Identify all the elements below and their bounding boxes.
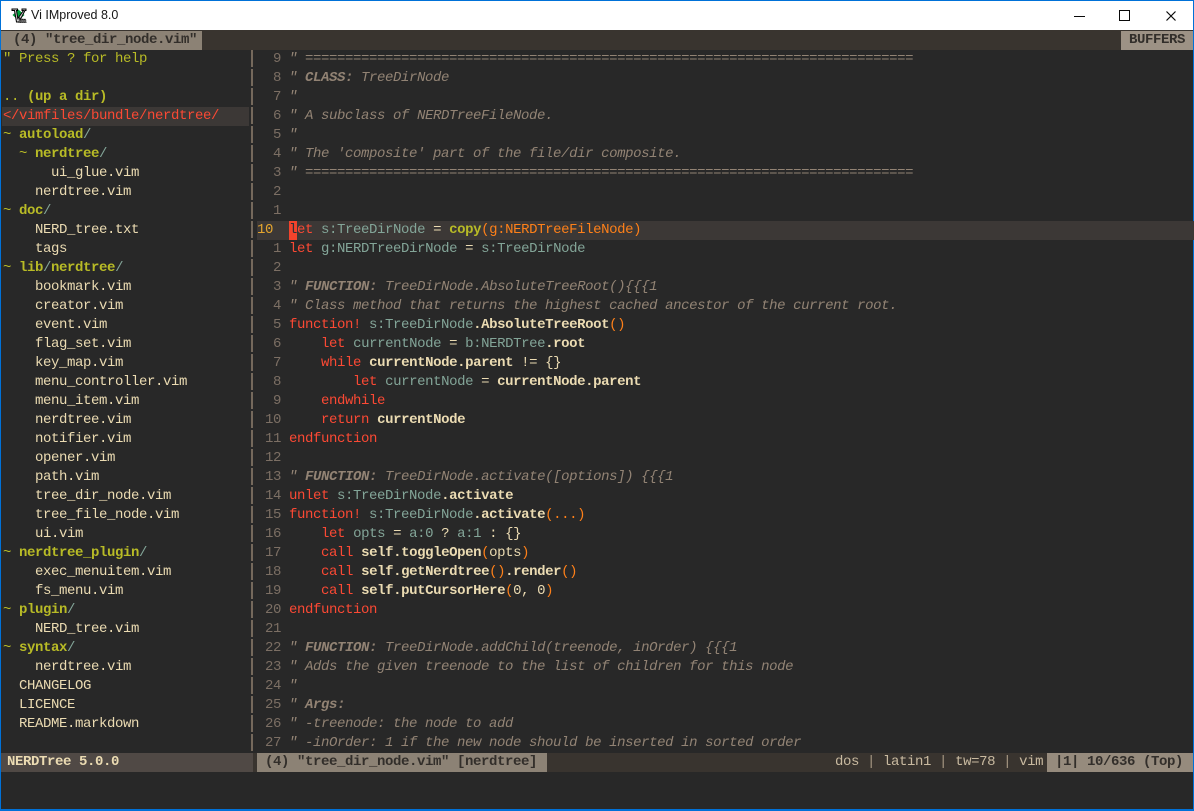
svg-text:im: im [19, 17, 27, 24]
